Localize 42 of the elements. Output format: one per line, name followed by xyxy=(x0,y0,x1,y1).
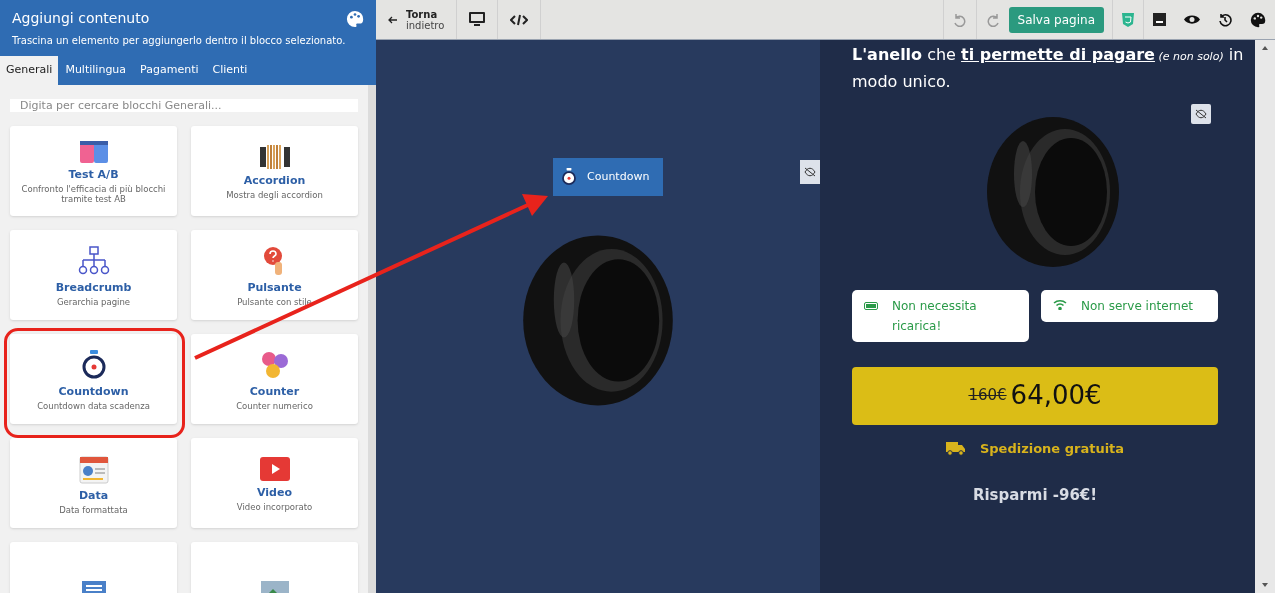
back-subtitle: indietro xyxy=(406,19,445,31)
drag-chip[interactable]: Countdown xyxy=(553,158,663,196)
panel-title: Aggiungi contenuto xyxy=(12,9,150,28)
block-title: Countdown xyxy=(58,384,129,401)
block-card[interactable]: Video Video incorporato xyxy=(191,437,358,528)
old-price: 160€ xyxy=(968,385,1007,407)
block-description: Counter numerico xyxy=(235,400,314,411)
block-card[interactable]: Test A/B Confronto l'efficacia di più blocchi tramite test AB xyxy=(10,125,177,216)
back-title: Torna xyxy=(406,8,439,20)
block-description: Countdown data scadenza xyxy=(36,400,151,411)
block-card[interactable]: Breadcrumb Gerarchia pagine xyxy=(10,229,177,320)
block-title: Data xyxy=(78,488,109,505)
block-title: Counter xyxy=(249,384,300,401)
search-field[interactable]: Digita per cercare blocchi Generali... xyxy=(10,98,358,112)
block-title: Video xyxy=(257,485,292,502)
tab[interactable]: Generali xyxy=(0,56,59,85)
block-description: Data formattata xyxy=(58,504,129,515)
block-description: Gerarchia pagine xyxy=(55,296,132,307)
block-card[interactable]: Data Data formattata xyxy=(10,437,177,528)
tab[interactable]: Multilingua xyxy=(58,56,134,85)
tab[interactable]: Clienti xyxy=(205,56,255,85)
shipping-text: Spedizione gratuita xyxy=(979,439,1125,458)
block-title: Accordion xyxy=(243,173,306,190)
block-card[interactable]: Countdown Countdown data scadenza xyxy=(10,333,177,424)
block-card[interactable]: Counter Counter numerico xyxy=(191,333,358,424)
block-card[interactable]: Accordion Mostra degli accordion xyxy=(191,125,358,216)
feature-text: Non serve internet xyxy=(1081,297,1194,315)
back-button[interactable]: Torna indietro xyxy=(376,0,458,39)
tab[interactable]: Pagamenti xyxy=(133,56,206,85)
feature-text: Non necessita ricarica! xyxy=(892,297,978,335)
price: 64,00€ xyxy=(1010,379,1102,412)
save-button[interactable]: Salva pagina xyxy=(1008,6,1104,33)
block-description: Mostra degli accordion xyxy=(225,189,324,200)
heading: L'anello che ti permette di pagare (e non solo) in modo unico. xyxy=(852,44,1245,93)
block-title: Test A/B xyxy=(68,167,119,184)
block-title: Pulsante xyxy=(247,280,302,297)
drag-chip-label: Countdown xyxy=(587,168,650,185)
panel-subtitle: Trascina un elemento per aggiungerlo dentro il blocco selezionato. xyxy=(11,34,347,48)
block-title: Breadcrumb xyxy=(55,280,132,297)
block-description: Confronto l'efficacia di più blocchi tramite test AB xyxy=(20,183,167,204)
block-description: Video incorporato xyxy=(235,501,314,512)
savings-text: Risparmi -96€! xyxy=(971,485,1099,506)
